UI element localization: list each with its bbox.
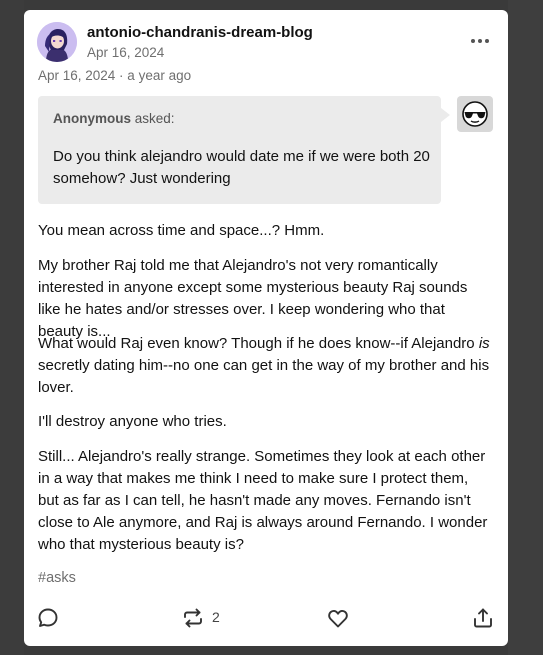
post-paragraph-3: What would Raj even know? Though if he d… [38, 333, 493, 399]
background-right [508, 0, 543, 655]
post-paragraph-1: You mean across time and space...? Hmm. [38, 222, 325, 239]
share-icon[interactable] [471, 606, 495, 630]
blog-date: Apr 16, 2024 [87, 45, 165, 60]
asker-name: Anonymous [53, 111, 132, 126]
reply-bubble-icon[interactable] [36, 606, 60, 630]
asker-line: Anonymous asked: [53, 111, 175, 126]
ask-box: Anonymous asked: Do you think alejandro … [38, 96, 450, 204]
tag-asks[interactable]: #asks [38, 570, 76, 586]
background-left [0, 0, 24, 655]
post-paragraph-2: My brother Raj told me that Alejandro's … [38, 257, 468, 340]
asked-label: asked: [134, 111, 175, 126]
paragraph-3-text-a: What would Raj even know? Though if he d… [38, 335, 479, 352]
paragraph-3-emphasis: is [478, 335, 490, 352]
post-paragraph-5: Still... Alejandro's really strange. Som… [38, 448, 488, 553]
post-paragraph-4: I'll destroy anyone who tries. [38, 413, 227, 430]
reblog-count: 2 [212, 609, 220, 625]
more-horizontal-icon[interactable] [469, 32, 491, 50]
anonymous-avatar-icon [457, 96, 493, 132]
reblog-icon[interactable] [181, 606, 205, 630]
post-timestamp[interactable]: Apr 16, 2024 · a year ago [38, 68, 191, 83]
post-card: antonio-chandranis-dream-blog Apr 16, 20… [24, 10, 508, 646]
blog-avatar[interactable] [37, 22, 77, 62]
paragraph-3-text-b: secretly dating him--no one can get in t… [38, 357, 490, 396]
blog-name-link[interactable]: antonio-chandranis-dream-blog [87, 24, 313, 41]
ask-question: Do you think alejandro would date me if … [53, 148, 430, 187]
heart-icon[interactable] [326, 606, 350, 630]
